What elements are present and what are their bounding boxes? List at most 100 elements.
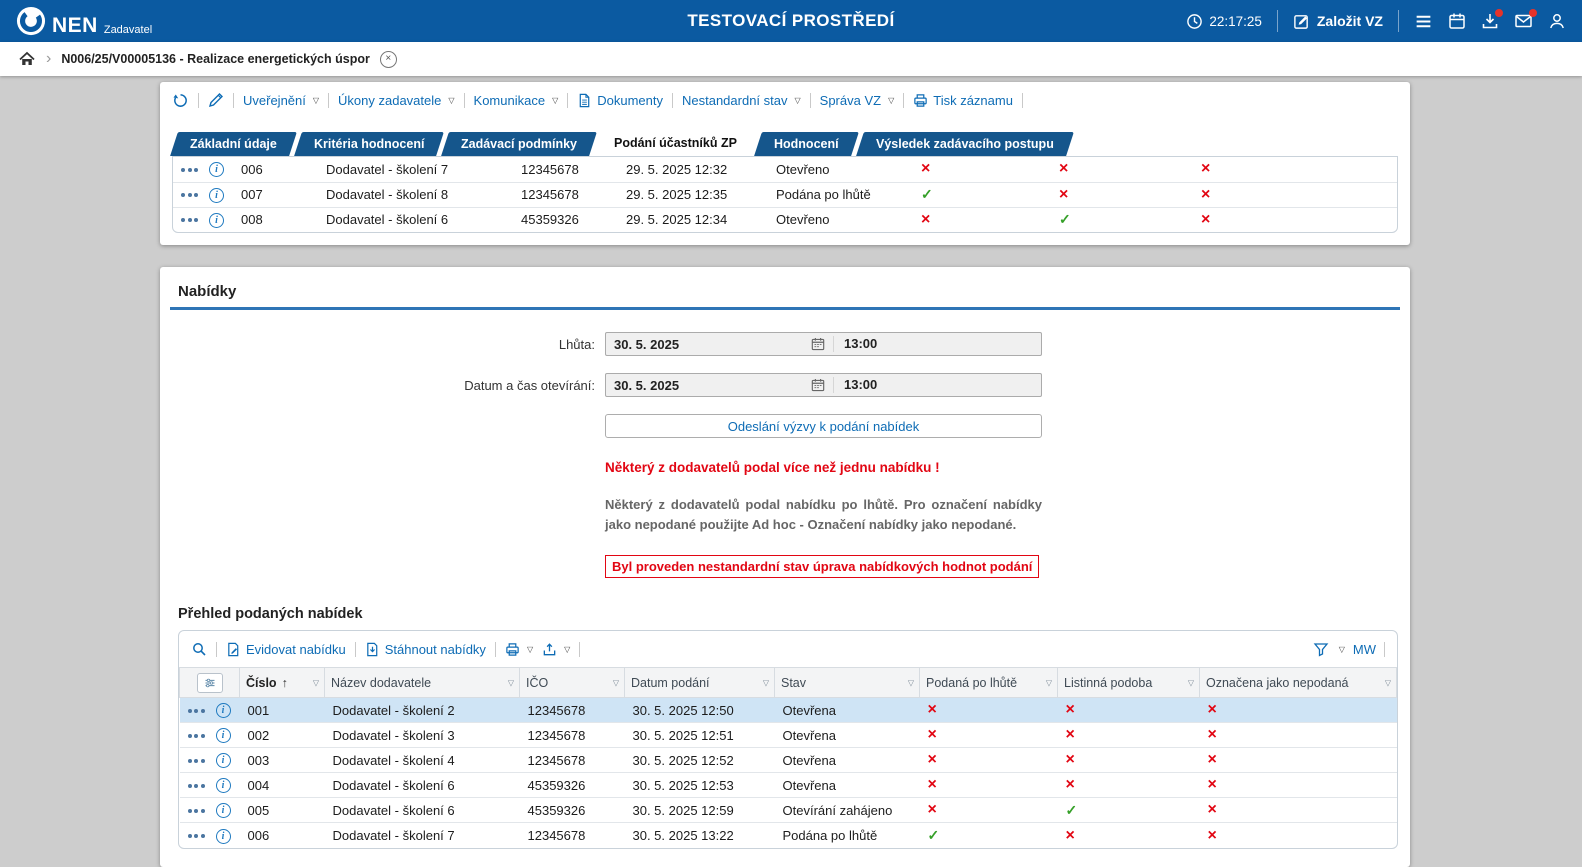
- tab-zakladni-udaje[interactable]: Základní údaje: [170, 132, 297, 156]
- column-header-5[interactable]: Podaná po lhůtě ▽: [919, 667, 1058, 699]
- edit-icon: [208, 93, 223, 108]
- column-header-0[interactable]: Číslo ↑ ▽: [239, 667, 325, 699]
- row-menu-icon[interactable]: [187, 733, 205, 738]
- column-header-3[interactable]: Datum podání ▽: [624, 667, 775, 699]
- row-menu-icon[interactable]: [187, 758, 205, 763]
- calendar-button[interactable]: [1448, 12, 1466, 30]
- cross-icon: ×: [927, 751, 937, 769]
- export-grid-button[interactable]: ▽: [542, 642, 570, 657]
- row-info-icon[interactable]: i: [215, 703, 231, 719]
- mw-link[interactable]: MW: [1353, 642, 1376, 657]
- tab-zadavaci-podminky[interactable]: Zadávací podmínky: [441, 132, 598, 156]
- download-offers-button[interactable]: Stáhnout nabídky: [365, 642, 486, 657]
- cell-cislo: 008: [241, 212, 263, 228]
- tab-kriteria-hodnoceni[interactable]: Kritéria hodnocení: [293, 132, 445, 156]
- toolbar-uverejneni[interactable]: Uveřejnění ▽: [243, 93, 319, 108]
- boolean-cell-no: ×: [919, 697, 1058, 724]
- toolbar-tisk-zaznamu[interactable]: Tisk záznamu: [913, 93, 1013, 108]
- row-info-icon[interactable]: i: [215, 803, 231, 819]
- print-grid-button[interactable]: ▽: [505, 642, 533, 657]
- filter-caret-icon[interactable]: ▽: [1046, 678, 1052, 687]
- table-row[interactable]: i 001 Dodavatel - školení 2 12345678 30. 5. …: [179, 697, 1397, 724]
- toolbar-sprava-vz[interactable]: Správa VZ ▽: [820, 93, 895, 108]
- row-menu-icon[interactable]: [187, 808, 205, 813]
- cell-nazev-dodavatele: Dodavatel - školení 7: [318, 157, 513, 183]
- table-row[interactable]: i 008 Dodavatel - školení 6 45359326 29. 5. …: [173, 207, 1397, 232]
- table-row[interactable]: i 006 Dodavatel - školení 7 12345678 30. 5. …: [180, 823, 1397, 848]
- deadline-time-value[interactable]: 13:00: [833, 336, 877, 352]
- filter-caret-icon[interactable]: ▽: [1385, 678, 1391, 687]
- send-invitation-button[interactable]: Odeslání výzvy k podání nabídek: [605, 414, 1042, 438]
- tab-hodnoceni[interactable]: Hodnocení: [754, 132, 859, 156]
- download-offers-icon: [366, 642, 378, 656]
- filter-caret-icon[interactable]: ▽: [508, 678, 514, 687]
- filter-caret-icon[interactable]: ▽: [613, 678, 619, 687]
- cross-icon: ×: [1065, 701, 1075, 719]
- filter-caret-icon[interactable]: ▽: [313, 678, 319, 687]
- offers-grid-toolbar: Evidovat nabídku Stáhnout nabídky ▽ ▽ ▽ …: [179, 631, 1397, 667]
- boolean-cell-no: ×: [913, 207, 1051, 232]
- row-menu-icon[interactable]: [187, 708, 205, 713]
- deadline-field[interactable]: 30. 5. 2025 13:00: [605, 332, 1042, 356]
- table-row[interactable]: i 002 Dodavatel - školení 3 12345678 30. 5. …: [179, 722, 1397, 749]
- toolbar-divider: [903, 92, 905, 108]
- register-offer-button[interactable]: Evidovat nabídku: [226, 642, 346, 657]
- opening-date-value[interactable]: 30. 5. 2025: [606, 378, 811, 393]
- filter-button[interactable]: [1313, 641, 1329, 657]
- opening-time-value[interactable]: 13:00: [833, 377, 877, 393]
- nen-logo[interactable]: NEN Zadavatel: [16, 6, 152, 36]
- offers-card: Nabídky Lhůta: 30. 5. 2025 13:00 Datum a…: [160, 267, 1410, 867]
- deadline-date-value[interactable]: 30. 5. 2025: [606, 337, 811, 352]
- calendar-picker-icon[interactable]: [811, 337, 825, 351]
- table-row[interactable]: i 007 Dodavatel - školení 8 12345678 29. 5. …: [173, 182, 1397, 208]
- row-info-icon[interactable]: i: [209, 187, 224, 203]
- column-header-1[interactable]: Název dodavatele ▽: [324, 667, 520, 699]
- boolean-cell-yes: ✓: [1051, 207, 1193, 232]
- filter-caret-icon[interactable]: ▽: [1188, 678, 1194, 687]
- cross-icon: ×: [927, 776, 937, 794]
- create-vz-button[interactable]: Založit VZ: [1293, 13, 1383, 30]
- row-menu-icon[interactable]: [187, 783, 205, 788]
- tab-vysledek-zadavaciho-postupu[interactable]: Výsledek zadávacího postupu: [855, 132, 1074, 156]
- row-menu-icon[interactable]: [187, 834, 205, 839]
- row-menu-icon[interactable]: [181, 167, 198, 172]
- messages-button[interactable]: [1514, 9, 1537, 30]
- toolbar-ukony-zadavatele[interactable]: Úkony zadavatele ▽: [338, 93, 455, 108]
- filter-caret-icon[interactable]: ▽: [908, 678, 914, 687]
- tab-podani-ucastniku-zp[interactable]: Podání účastníků ZP: [594, 130, 758, 156]
- home-button[interactable]: [18, 50, 36, 68]
- close-record-icon[interactable]: ×: [379, 50, 397, 68]
- column-header-7[interactable]: Označena jako nepodaná ▽: [1199, 667, 1397, 699]
- row-menu-icon[interactable]: [181, 218, 198, 223]
- user-profile-button[interactable]: [1548, 12, 1566, 30]
- row-actions-cell: i: [179, 722, 240, 749]
- calendar-picker-icon[interactable]: [811, 378, 825, 392]
- toolbar-dokumenty[interactable]: Dokumenty: [577, 93, 663, 108]
- row-info-icon[interactable]: i: [209, 162, 224, 178]
- search-button[interactable]: [191, 641, 207, 657]
- row-info-icon[interactable]: i: [209, 212, 224, 228]
- row-info-icon[interactable]: i: [215, 828, 231, 844]
- table-row[interactable]: i 004 Dodavatel - školení 6 45359326 30. 5. …: [179, 772, 1397, 799]
- table-row[interactable]: i 003 Dodavatel - školení 4 12345678 30. 5. …: [179, 747, 1397, 774]
- undo-button[interactable]: [172, 92, 189, 109]
- column-header-6[interactable]: Listinná podoba ▽: [1057, 667, 1200, 699]
- breadcrumb-record-link[interactable]: N006/25/V00005136 - Realizace energetick…: [61, 52, 370, 66]
- cell-nazev-dodavatele: Dodavatel - školení 7: [332, 828, 455, 844]
- edit-record-button[interactable]: [208, 92, 224, 108]
- row-info-icon[interactable]: i: [215, 753, 231, 769]
- row-info-icon[interactable]: i: [215, 728, 231, 744]
- grid-settings-button[interactable]: [196, 672, 223, 693]
- main-menu-button[interactable]: [1414, 12, 1433, 31]
- table-row[interactable]: i 005 Dodavatel - školení 6 45359326 30. 5. …: [179, 797, 1397, 824]
- downloads-button[interactable]: [1481, 9, 1503, 30]
- column-header-2[interactable]: IČO ▽: [519, 667, 625, 699]
- row-menu-icon[interactable]: [181, 193, 198, 198]
- row-info-icon[interactable]: i: [215, 778, 231, 794]
- filter-caret-icon[interactable]: ▽: [763, 678, 769, 687]
- toolbar-nestandardni-stav[interactable]: Nestandardní stav ▽: [682, 93, 801, 108]
- table-row[interactable]: i 006 Dodavatel - školení 7 12345678 29. 5. …: [173, 157, 1397, 183]
- opening-field[interactable]: 30. 5. 2025 13:00: [605, 373, 1042, 397]
- toolbar-komunikace[interactable]: Komunikace ▽: [474, 93, 559, 108]
- column-header-4[interactable]: Stav ▽: [774, 667, 920, 699]
